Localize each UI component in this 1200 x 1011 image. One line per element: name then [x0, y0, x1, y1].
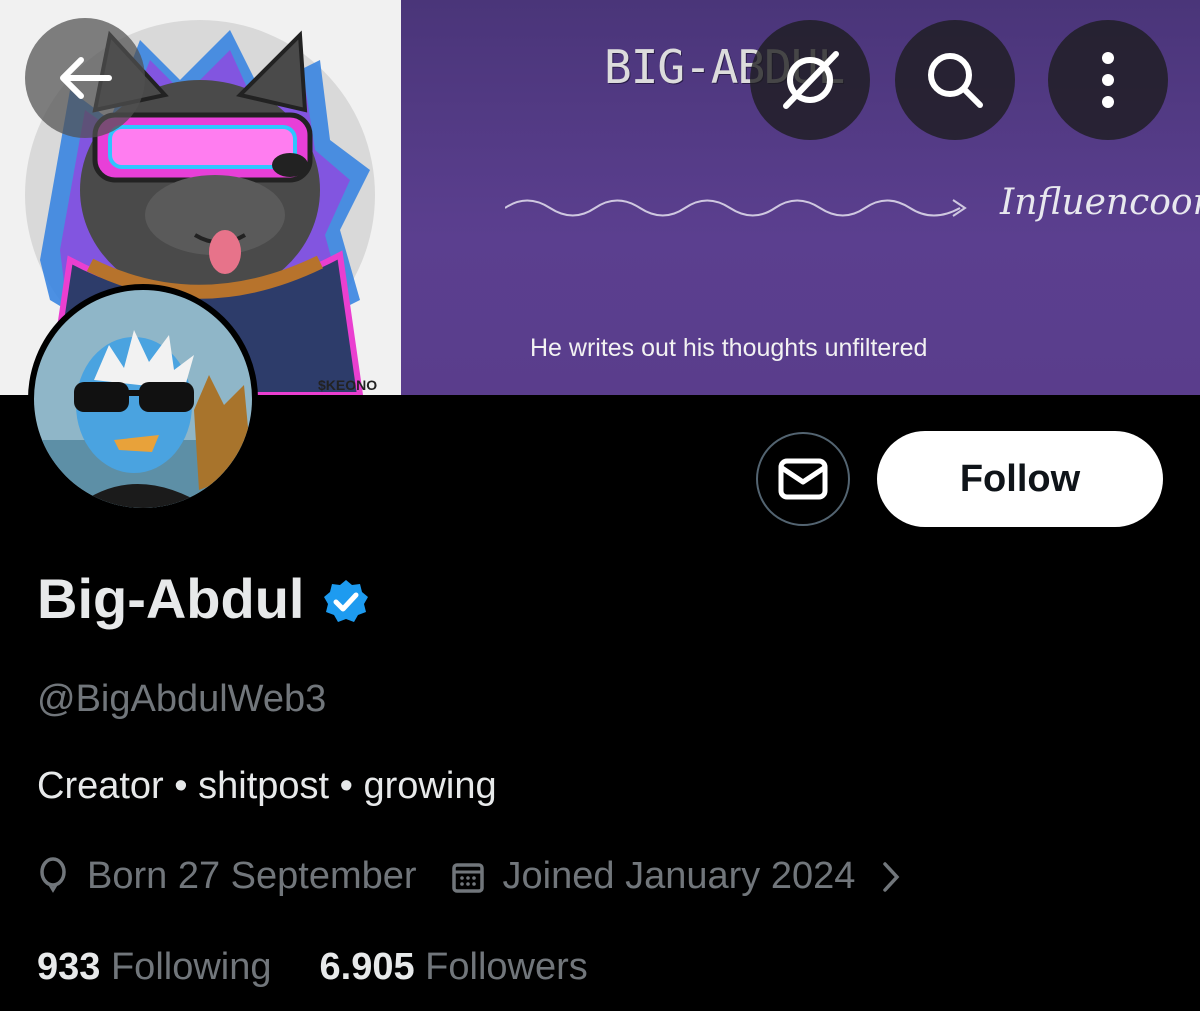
message-button[interactable] — [756, 432, 850, 526]
following-count: 933 — [37, 946, 101, 988]
handle: @BigAbdulWeb3 — [37, 678, 327, 720]
balloon-icon — [37, 856, 69, 897]
search-button[interactable] — [895, 20, 1015, 140]
banner-squiggle-arrow — [505, 199, 967, 217]
joined-text: Joined January 2024 — [502, 855, 856, 897]
grok-button[interactable] — [750, 20, 870, 140]
banner-subtitle: Influencoor — [1000, 182, 1200, 223]
banner-tagline: He writes out his thoughts unfiltered — [530, 334, 928, 362]
name-row: Big-Abdul — [37, 566, 370, 631]
followers-link[interactable]: 6.905 Followers — [320, 946, 588, 988]
joined-item: Joined January 2024 — [451, 855, 856, 898]
grok-icon — [783, 51, 839, 109]
display-name: Big-Abdul — [37, 567, 305, 630]
chevron-right-icon[interactable] — [881, 860, 901, 894]
search-icon — [928, 53, 983, 108]
profile-meta: Born 27 September Joined January 2024 — [37, 855, 901, 898]
following-label: Following — [110, 946, 272, 988]
followers-count: 6.905 — [319, 946, 415, 988]
envelope-icon — [778, 458, 828, 500]
birthday-text: Born 27 September — [87, 855, 417, 897]
calendar-icon — [451, 860, 485, 894]
more-options-button[interactable] — [1048, 20, 1168, 140]
follow-stats: 933 Following 6.905 Followers — [37, 946, 588, 989]
followers-label: Followers — [425, 946, 588, 988]
bio: Creator • shitpost • growing — [37, 765, 497, 807]
follow-button[interactable]: Follow — [877, 431, 1163, 527]
birthday-item: Born 27 September — [37, 855, 417, 898]
profile-avatar[interactable] — [28, 284, 258, 514]
arrow-left-icon — [60, 57, 112, 99]
verified-badge-icon[interactable] — [322, 578, 370, 626]
back-button[interactable] — [25, 18, 145, 138]
following-link[interactable]: 933 Following — [37, 946, 272, 988]
artist-credit: $KEONO — [318, 377, 378, 393]
more-vertical-icon — [1102, 52, 1114, 108]
